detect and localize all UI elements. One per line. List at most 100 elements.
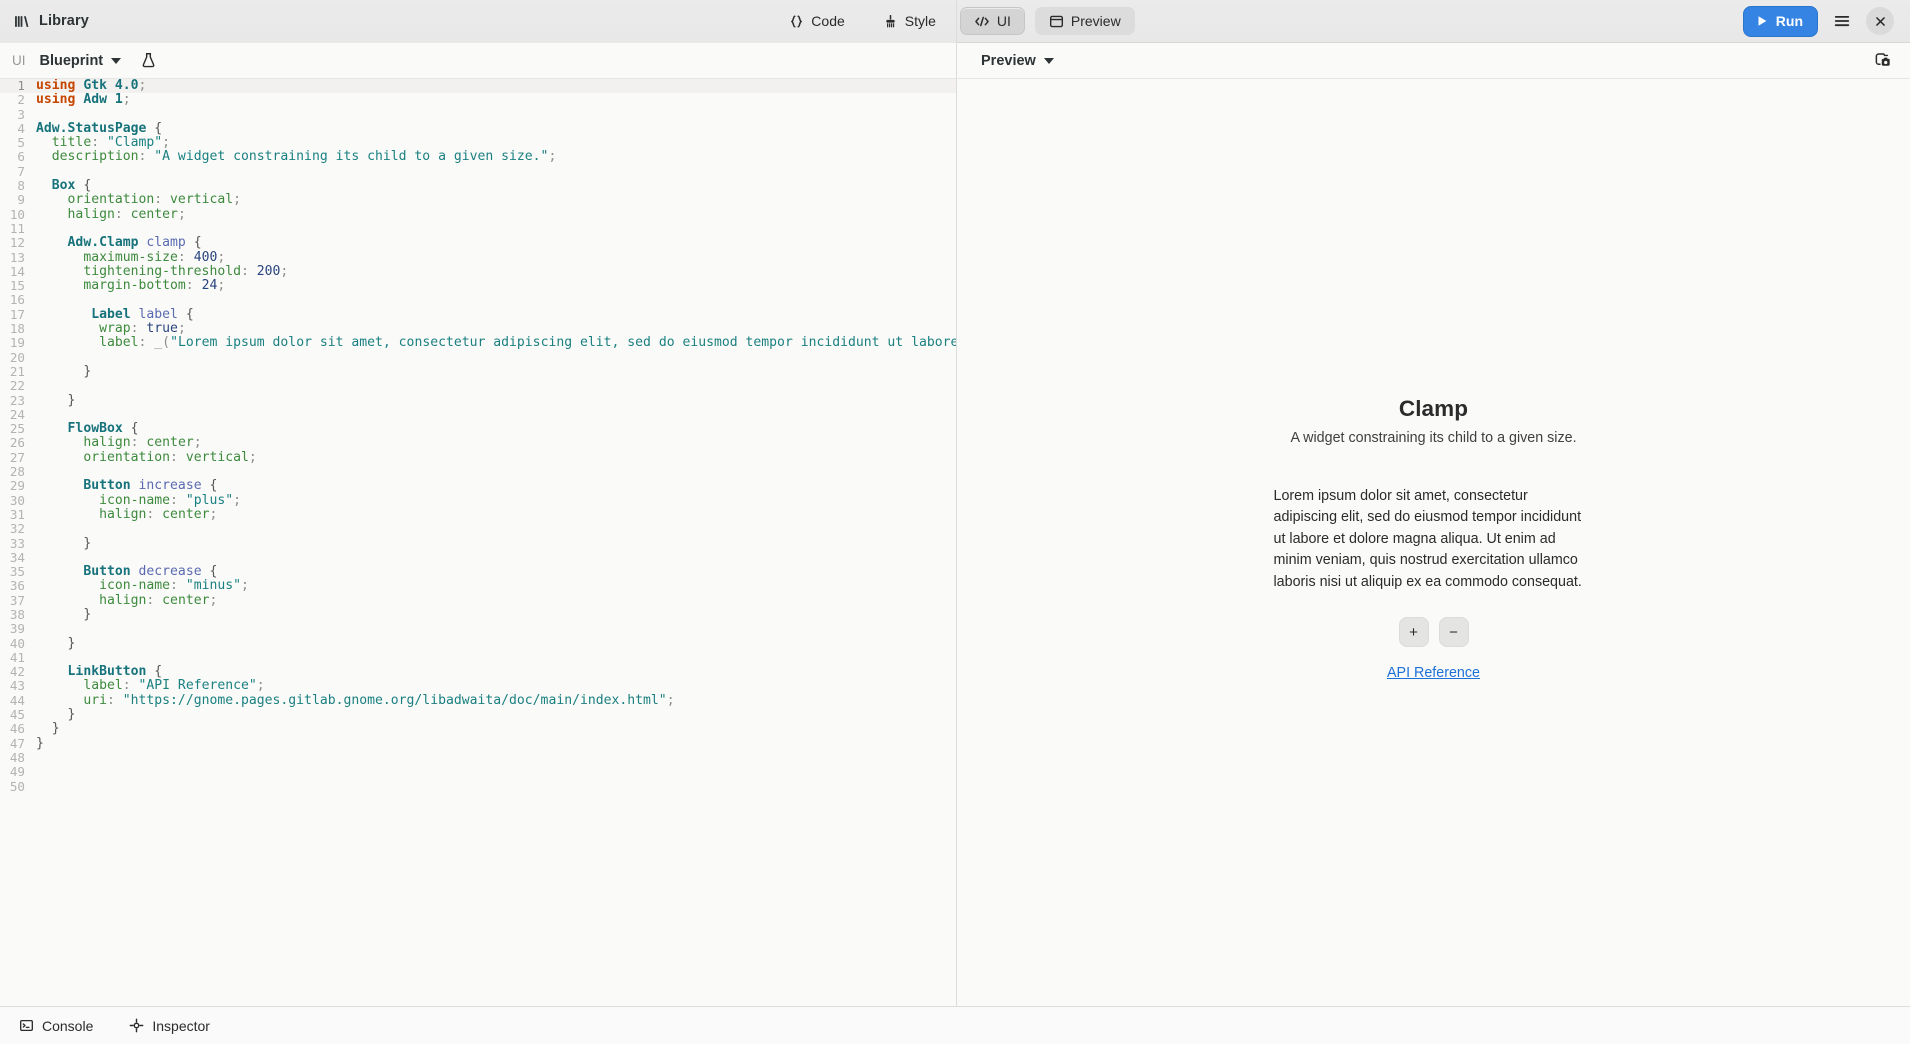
line-source[interactable]	[34, 751, 956, 765]
line-source[interactable]: halign: center;	[34, 508, 956, 522]
line-source[interactable]: }	[34, 637, 956, 651]
language-dropdown[interactable]: Blueprint	[38, 51, 124, 71]
screenshot-button[interactable]	[1868, 47, 1896, 75]
code-line: 4 Adw.StatusPage {	[0, 121, 956, 136]
code-line: 2 using Adw 1;	[0, 92, 956, 107]
code-line: 13 maximum-size: 400;	[0, 250, 956, 265]
line-source[interactable]: }	[34, 722, 956, 736]
code-line: 29 Button increase {	[0, 479, 956, 494]
line-source[interactable]: orientation: vertical;	[34, 193, 956, 207]
api-reference-link[interactable]: API Reference	[1387, 665, 1480, 681]
code-toolbar: UI Blueprint	[0, 43, 956, 79]
line-number: 50	[9, 778, 25, 794]
line-source[interactable]: uri: "https://gnome.pages.gitlab.gnome.o…	[34, 694, 956, 708]
window-title: Library	[39, 13, 89, 29]
code-line: 21 }	[0, 364, 956, 379]
line-source[interactable]: }	[34, 537, 956, 551]
line-source[interactable]	[34, 108, 956, 122]
line-source[interactable]	[34, 622, 956, 636]
line-source[interactable]: orientation: vertical;	[34, 451, 956, 465]
line-source[interactable]: icon-name: "minus";	[34, 579, 956, 593]
tab-code[interactable]: Code	[775, 7, 858, 35]
preview-dropdown[interactable]: Preview	[979, 51, 1056, 71]
line-number: 45	[9, 707, 25, 723]
line-source[interactable]: using Adw 1;	[34, 93, 956, 107]
line-number: 5	[17, 135, 25, 151]
line-number: 36	[9, 578, 25, 594]
line-number: 24	[9, 406, 25, 422]
line-source[interactable]: wrap: true;	[34, 322, 956, 336]
line-source[interactable]: Button increase {	[34, 479, 956, 493]
line-source[interactable]: Button decrease {	[34, 565, 956, 579]
code-line: 37 halign: center;	[0, 593, 956, 608]
line-source[interactable]: Label label {	[34, 308, 956, 322]
line-source[interactable]: halign: center;	[34, 594, 956, 608]
increase-button[interactable]: +	[1398, 617, 1429, 648]
line-number: 48	[9, 749, 25, 765]
line-source[interactable]: tightening-threshold: 200;	[34, 265, 956, 279]
line-number: 6	[17, 149, 25, 165]
run-button[interactable]: Run	[1742, 5, 1818, 37]
line-number: 1	[0, 79, 34, 94]
line-source[interactable]: label: _("Lorem ipsum dolor sit amet, co…	[34, 336, 956, 350]
code-scroll-area[interactable]: 1 using Gtk 4.0; 2 using Adw 1; 3 4 Adw.Status…	[0, 79, 956, 1006]
line-source[interactable]: Adw.Clamp clamp {	[34, 236, 956, 250]
hamburger-menu-icon	[1834, 15, 1850, 27]
line-source[interactable]	[34, 651, 956, 665]
decrease-button[interactable]: −	[1438, 617, 1469, 648]
line-source[interactable]: }	[34, 737, 956, 751]
close-window-button[interactable]	[1866, 7, 1894, 35]
line-source[interactable]	[34, 765, 956, 779]
code-line: 5 title: "Clamp";	[0, 135, 956, 151]
inspector-button[interactable]: Inspector	[120, 1012, 219, 1039]
line-source[interactable]: maximum-size: 400;	[34, 251, 956, 265]
code-line: 39	[0, 621, 956, 636]
line-source[interactable]: }	[34, 608, 956, 622]
line-source[interactable]: icon-name: "plus";	[34, 494, 956, 508]
line-source[interactable]: LinkButton {	[34, 665, 956, 679]
line-source[interactable]: FlowBox {	[34, 422, 956, 436]
line-number: 22	[9, 378, 25, 394]
main-menu-button[interactable]	[1828, 7, 1856, 35]
console-button[interactable]: Console	[10, 1012, 102, 1039]
line-source[interactable]	[34, 222, 956, 236]
line-source[interactable]: }	[34, 394, 956, 408]
line-source[interactable]: title: "Clamp";	[34, 136, 956, 150]
line-source[interactable]: Adw.StatusPage {	[34, 122, 956, 136]
line-source[interactable]: using Gtk 4.0;	[34, 79, 956, 94]
tab-preview[interactable]: Preview	[1034, 7, 1135, 35]
code-editor[interactable]: 1 using Gtk 4.0; 2 using Adw 1; 3 4 Adw.Status…	[0, 79, 956, 1006]
line-source[interactable]: description: "A widget constraining its …	[34, 150, 956, 164]
language-dropdown-label: Blueprint	[39, 52, 104, 69]
line-source[interactable]: halign: center;	[34, 436, 956, 450]
formatter-button[interactable]	[135, 48, 161, 74]
line-source[interactable]: label: "API Reference";	[34, 679, 956, 693]
code-line: 23 }	[0, 393, 956, 408]
tab-preview-label: Preview	[1070, 13, 1121, 29]
line-source[interactable]	[34, 293, 956, 307]
code-line: 7	[0, 164, 956, 179]
line-source[interactable]	[34, 465, 956, 479]
line-number: 14	[9, 263, 25, 279]
code-line: 24	[0, 406, 956, 422]
line-number: 34	[9, 549, 25, 565]
line-source[interactable]: }	[34, 365, 956, 379]
line-source[interactable]: Box {	[34, 179, 956, 193]
line-source[interactable]	[34, 522, 956, 536]
line-source[interactable]	[34, 165, 956, 179]
tab-ui[interactable]: UI	[959, 7, 1025, 35]
terminal-icon	[19, 1018, 34, 1033]
line-source[interactable]	[34, 379, 956, 393]
line-source[interactable]: }	[34, 708, 956, 722]
line-source[interactable]: margin-bottom: 24;	[34, 279, 956, 293]
line-source[interactable]: halign: center;	[34, 208, 956, 222]
line-number: 43	[9, 678, 25, 694]
code-line: 16	[0, 293, 956, 308]
code-line: 22	[0, 378, 956, 394]
line-source[interactable]	[34, 408, 956, 422]
line-source[interactable]	[34, 780, 956, 794]
line-source[interactable]	[34, 351, 956, 365]
tab-style[interactable]: Style	[869, 7, 950, 35]
code-line: 18 wrap: true;	[0, 321, 956, 336]
line-source[interactable]	[34, 551, 956, 565]
